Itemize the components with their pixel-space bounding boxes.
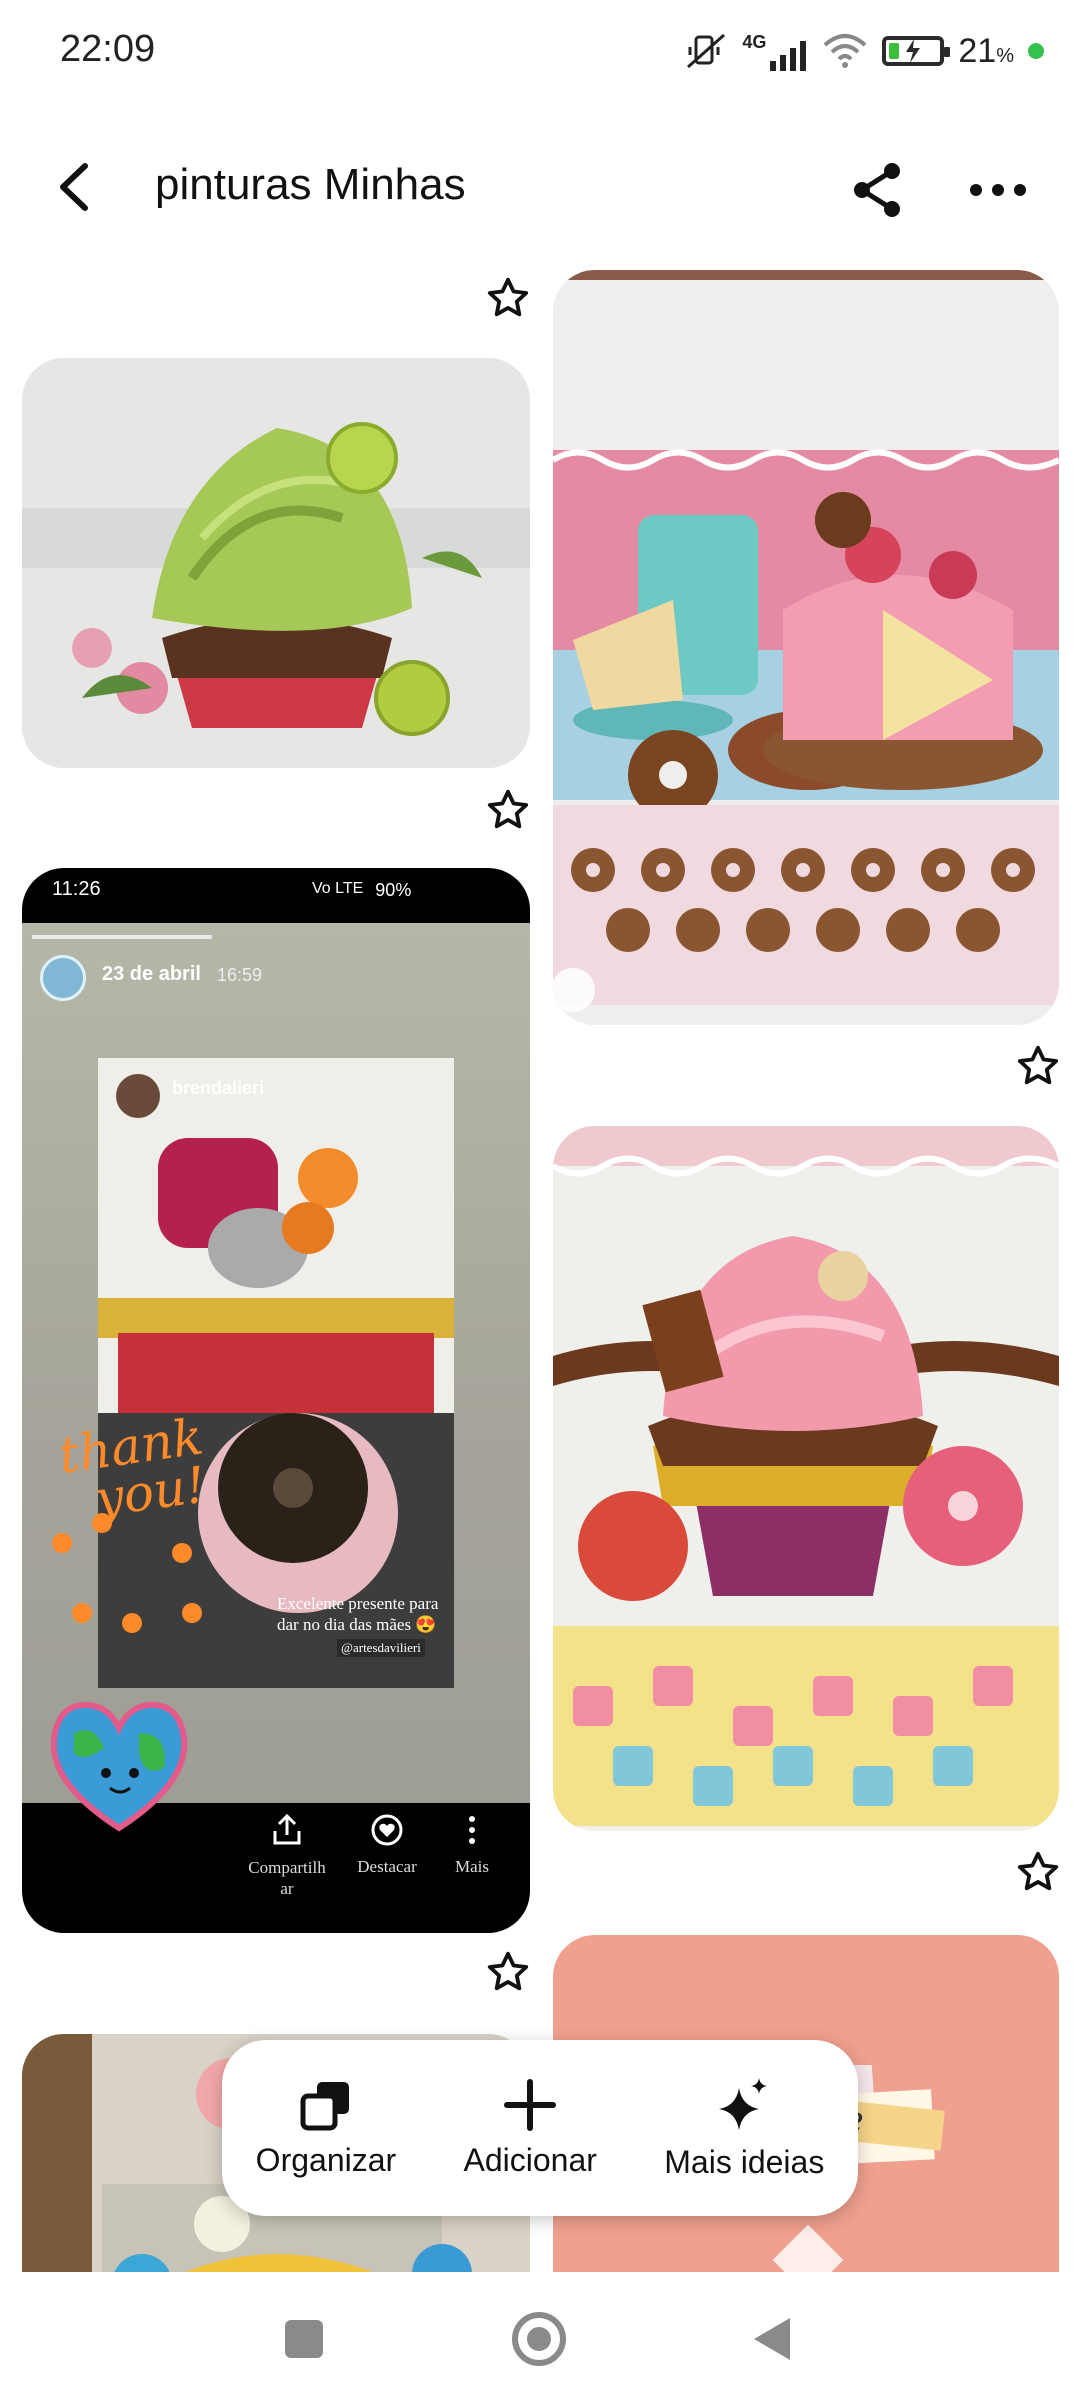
story-status-time: 11:26	[52, 878, 101, 900]
pin-favorite-star-icon[interactable]	[482, 1946, 534, 1998]
story-status-icons: Vo LTE 90%	[312, 880, 411, 901]
home-button[interactable]	[512, 2312, 566, 2366]
privacy-indicator-dot	[1028, 43, 1044, 59]
status-bar: 22:09 4G 21 %	[0, 0, 1080, 110]
upload-icon	[273, 1813, 301, 1845]
more-ideas-button[interactable]: Mais ideias	[664, 2076, 824, 2181]
add-button[interactable]: Adicionar	[464, 2078, 597, 2179]
earth-heart-sticker	[50, 1701, 188, 1832]
home-dot	[527, 2327, 551, 2351]
battery-percent: 21	[958, 31, 997, 70]
pin-image-pink-cupcake-towel[interactable]	[553, 1126, 1059, 1831]
story-frame: 23 de abril 16:59 brendalieri Excelente …	[22, 923, 530, 1832]
status-icons: 4G 21 %	[684, 26, 1044, 76]
story-action-share[interactable]: Compartilh ar	[247, 1813, 327, 1900]
story-action-more[interactable]: Mais	[442, 1813, 502, 1877]
story-network-label: Vo LTE	[312, 880, 364, 897]
pin-image-pink-cake-towel[interactable]	[553, 270, 1059, 1025]
story-action-label: Compartilh ar	[248, 1858, 326, 1899]
add-label: Adicionar	[463, 2141, 597, 2178]
story-action-label: Mais	[455, 1857, 489, 1876]
story-avatar	[40, 955, 86, 1001]
story-caption-line2: dar no dia das mães 😍	[277, 1615, 437, 1635]
board-title: pinturas Minhas	[155, 160, 466, 209]
plus-icon	[504, 2078, 557, 2131]
story-username: brendalieri	[172, 1078, 265, 1098]
organize-label: Organizar	[255, 2141, 397, 2178]
share-icon	[854, 163, 900, 217]
battery-percent-symbol: %	[996, 44, 1014, 67]
story-caption-line1: Excelente presente para	[277, 1594, 439, 1613]
story-battery-label: 90%	[375, 880, 412, 900]
story-caption-handle: @artesdavilieri	[337, 1638, 425, 1657]
back-button[interactable]	[40, 152, 110, 222]
back-nav-button[interactable]	[752, 2316, 792, 2362]
network-type-label: 4G	[742, 31, 767, 52]
story-progress-bar	[32, 935, 212, 939]
more-options-button[interactable]	[960, 152, 1036, 228]
vertical-dots-icon	[469, 1816, 475, 1844]
mute-icon	[687, 33, 726, 69]
organize-icon	[300, 2081, 349, 2130]
story-action-label: Destacar	[357, 1857, 417, 1876]
story-time: 16:59	[217, 965, 263, 985]
pin-image-story-screenshot[interactable]: 11:26 Vo LTE 90% 23 de abril 16:59 brend…	[22, 868, 530, 1933]
more-ideas-label: Mais ideias	[664, 2143, 825, 2180]
battery-charging-icon	[882, 36, 951, 66]
signal-icon	[770, 40, 807, 71]
heart-circle-icon	[371, 1814, 403, 1846]
board-header: pinturas Minhas	[0, 130, 1080, 240]
organize-button[interactable]: Organizar	[255, 2078, 397, 2179]
pin-favorite-star-icon[interactable]	[1012, 1040, 1064, 1092]
pin-favorite-star-icon[interactable]	[1012, 1846, 1064, 1898]
chevron-left-icon	[60, 163, 88, 211]
board-action-toolbar: Organizar Adicionar Mais ideias	[222, 2040, 858, 2216]
pin-favorite-star-icon[interactable]	[482, 784, 534, 836]
pin-image-green-cupcake[interactable]	[22, 358, 530, 768]
system-nav-bar	[0, 2272, 1080, 2400]
more-horizontal-icon	[970, 184, 1026, 196]
pin-favorite-star-icon[interactable]	[482, 272, 534, 324]
story-action-highlight[interactable]: Destacar	[342, 1813, 432, 1877]
sparkle-icon	[719, 2077, 768, 2130]
status-time: 22:09	[60, 28, 156, 70]
wifi-icon	[824, 34, 867, 68]
share-button[interactable]	[840, 152, 916, 228]
paw-prints-sticker	[52, 1513, 202, 1633]
story-date: 23 de abril	[102, 963, 201, 985]
story-caption: Excelente presente para dar no dia das m…	[277, 1593, 438, 1657]
recent-apps-button[interactable]	[285, 2320, 323, 2358]
